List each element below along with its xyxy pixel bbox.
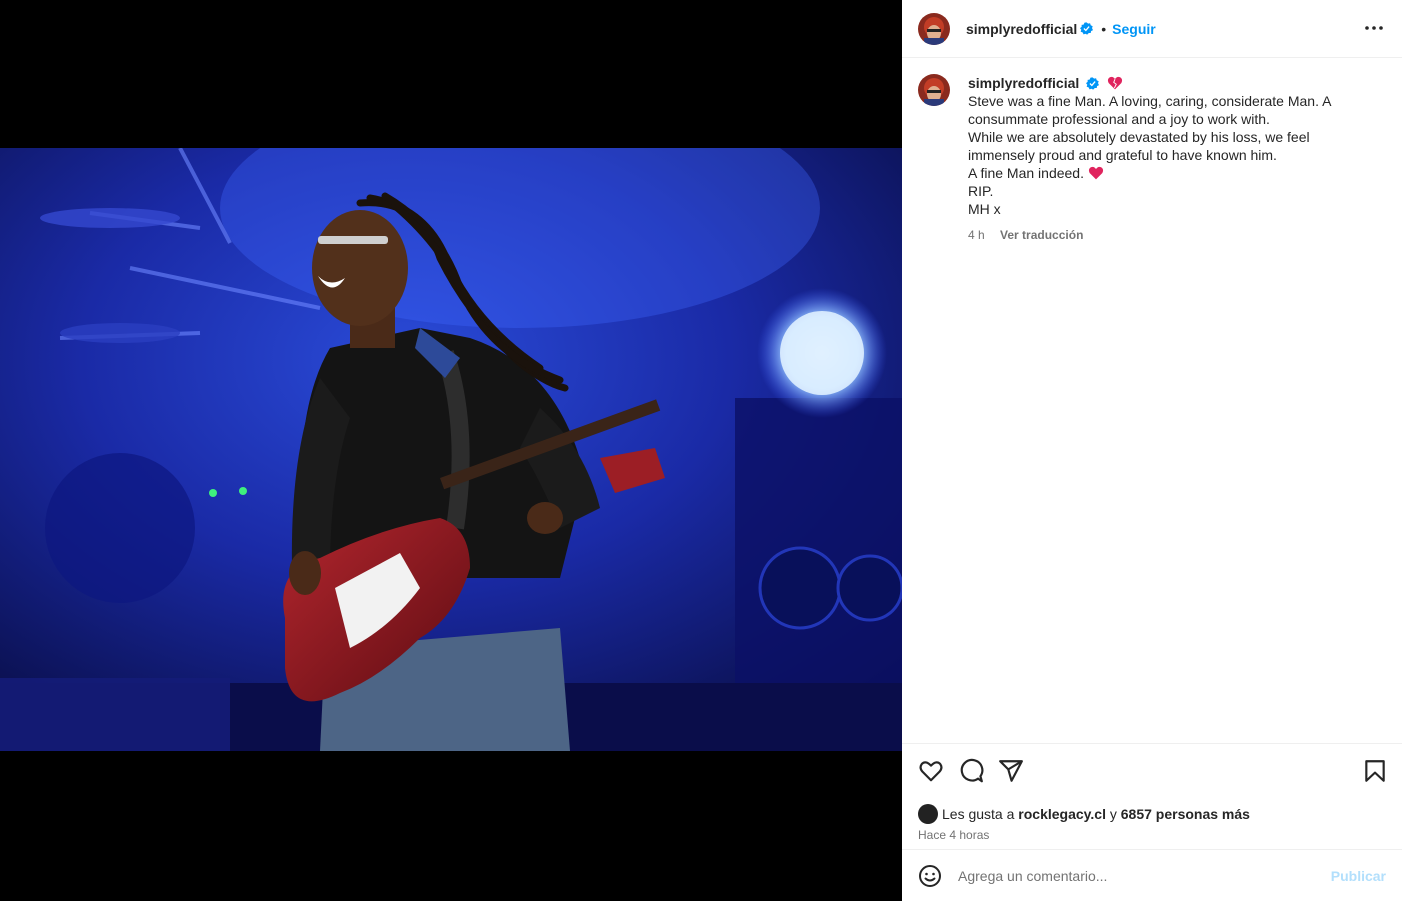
caption-line: Steve was a fine Man. A loving, caring, … xyxy=(968,93,1332,109)
comment-form: Publicar xyxy=(902,849,1402,901)
liker-username[interactable]: rocklegacy.cl xyxy=(1018,806,1106,822)
caption-meta: 4 h Ver traducción xyxy=(968,226,1368,244)
caption-text: simplyredofficial Steve was a fine Man. … xyxy=(968,74,1368,244)
caption-username[interactable]: simplyredofficial xyxy=(968,75,1079,91)
share-icon[interactable] xyxy=(998,758,1024,784)
action-icons xyxy=(918,756,1386,786)
separator-dot: • xyxy=(1101,20,1107,37)
caption-line: immensely proud and grateful to have kno… xyxy=(968,147,1277,163)
likes-count[interactable]: 6857 personas más xyxy=(1121,806,1250,822)
author-username[interactable]: simplyredofficial xyxy=(966,21,1077,37)
verified-badge-icon xyxy=(1080,22,1094,35)
follow-button[interactable]: Seguir xyxy=(1112,21,1156,37)
heart-icon[interactable] xyxy=(918,758,944,784)
post-side-panel: simplyredofficial • Seguir simplyredoffi… xyxy=(902,0,1402,901)
heart-emoji-icon xyxy=(1088,166,1104,180)
likes-conjunction: y xyxy=(1109,806,1117,822)
comments-area: simplyredofficial Steve was a fine Man. … xyxy=(902,58,1402,743)
liker-avatar[interactable] xyxy=(918,804,938,824)
publish-button[interactable]: Publicar xyxy=(1331,868,1386,884)
caption-author-avatar[interactable] xyxy=(918,74,950,106)
media-panel xyxy=(0,0,902,901)
caption-line: While we are absolutely devastated by hi… xyxy=(968,129,1310,145)
broken-heart-emoji-icon xyxy=(1107,76,1123,90)
verified-badge-icon xyxy=(1086,77,1100,90)
likes-summary: Les gusta a rocklegacy.cl y 6857 persona… xyxy=(918,804,1386,824)
avatar-image xyxy=(918,74,950,106)
post-dialog: simplyredofficial • Seguir simplyredoffi… xyxy=(0,0,1402,901)
post-header: simplyredofficial • Seguir xyxy=(902,0,1402,58)
caption-line: A fine Man indeed. xyxy=(968,164,1368,182)
comment-input[interactable] xyxy=(958,867,1331,884)
see-translation-link[interactable]: Ver traducción xyxy=(1000,228,1083,242)
avatar-image xyxy=(918,12,950,45)
caption-line-text: A fine Man indeed. xyxy=(968,165,1084,181)
caption-block: simplyredofficial Steve was a fine Man. … xyxy=(918,74,1386,244)
action-bar: Les gusta a rocklegacy.cl y 6857 persona… xyxy=(902,743,1402,849)
post-photo[interactable] xyxy=(0,148,902,751)
post-time[interactable]: Hace 4 horas xyxy=(918,828,1386,842)
bookmark-icon[interactable] xyxy=(1362,758,1388,784)
emoji-icon[interactable] xyxy=(918,864,942,888)
comment-icon[interactable] xyxy=(958,758,984,784)
caption-timestamp[interactable]: 4 h xyxy=(968,228,985,242)
likes-prefix: Les gusta a xyxy=(942,806,1015,822)
concert-photo-illustration xyxy=(0,148,902,751)
more-options-icon[interactable] xyxy=(1362,16,1386,40)
caption-line: MH x xyxy=(968,201,1001,217)
author-avatar[interactable] xyxy=(918,12,950,45)
caption-line: RIP. xyxy=(968,183,994,199)
caption-line: consummate professional and a joy to wor… xyxy=(968,111,1270,127)
